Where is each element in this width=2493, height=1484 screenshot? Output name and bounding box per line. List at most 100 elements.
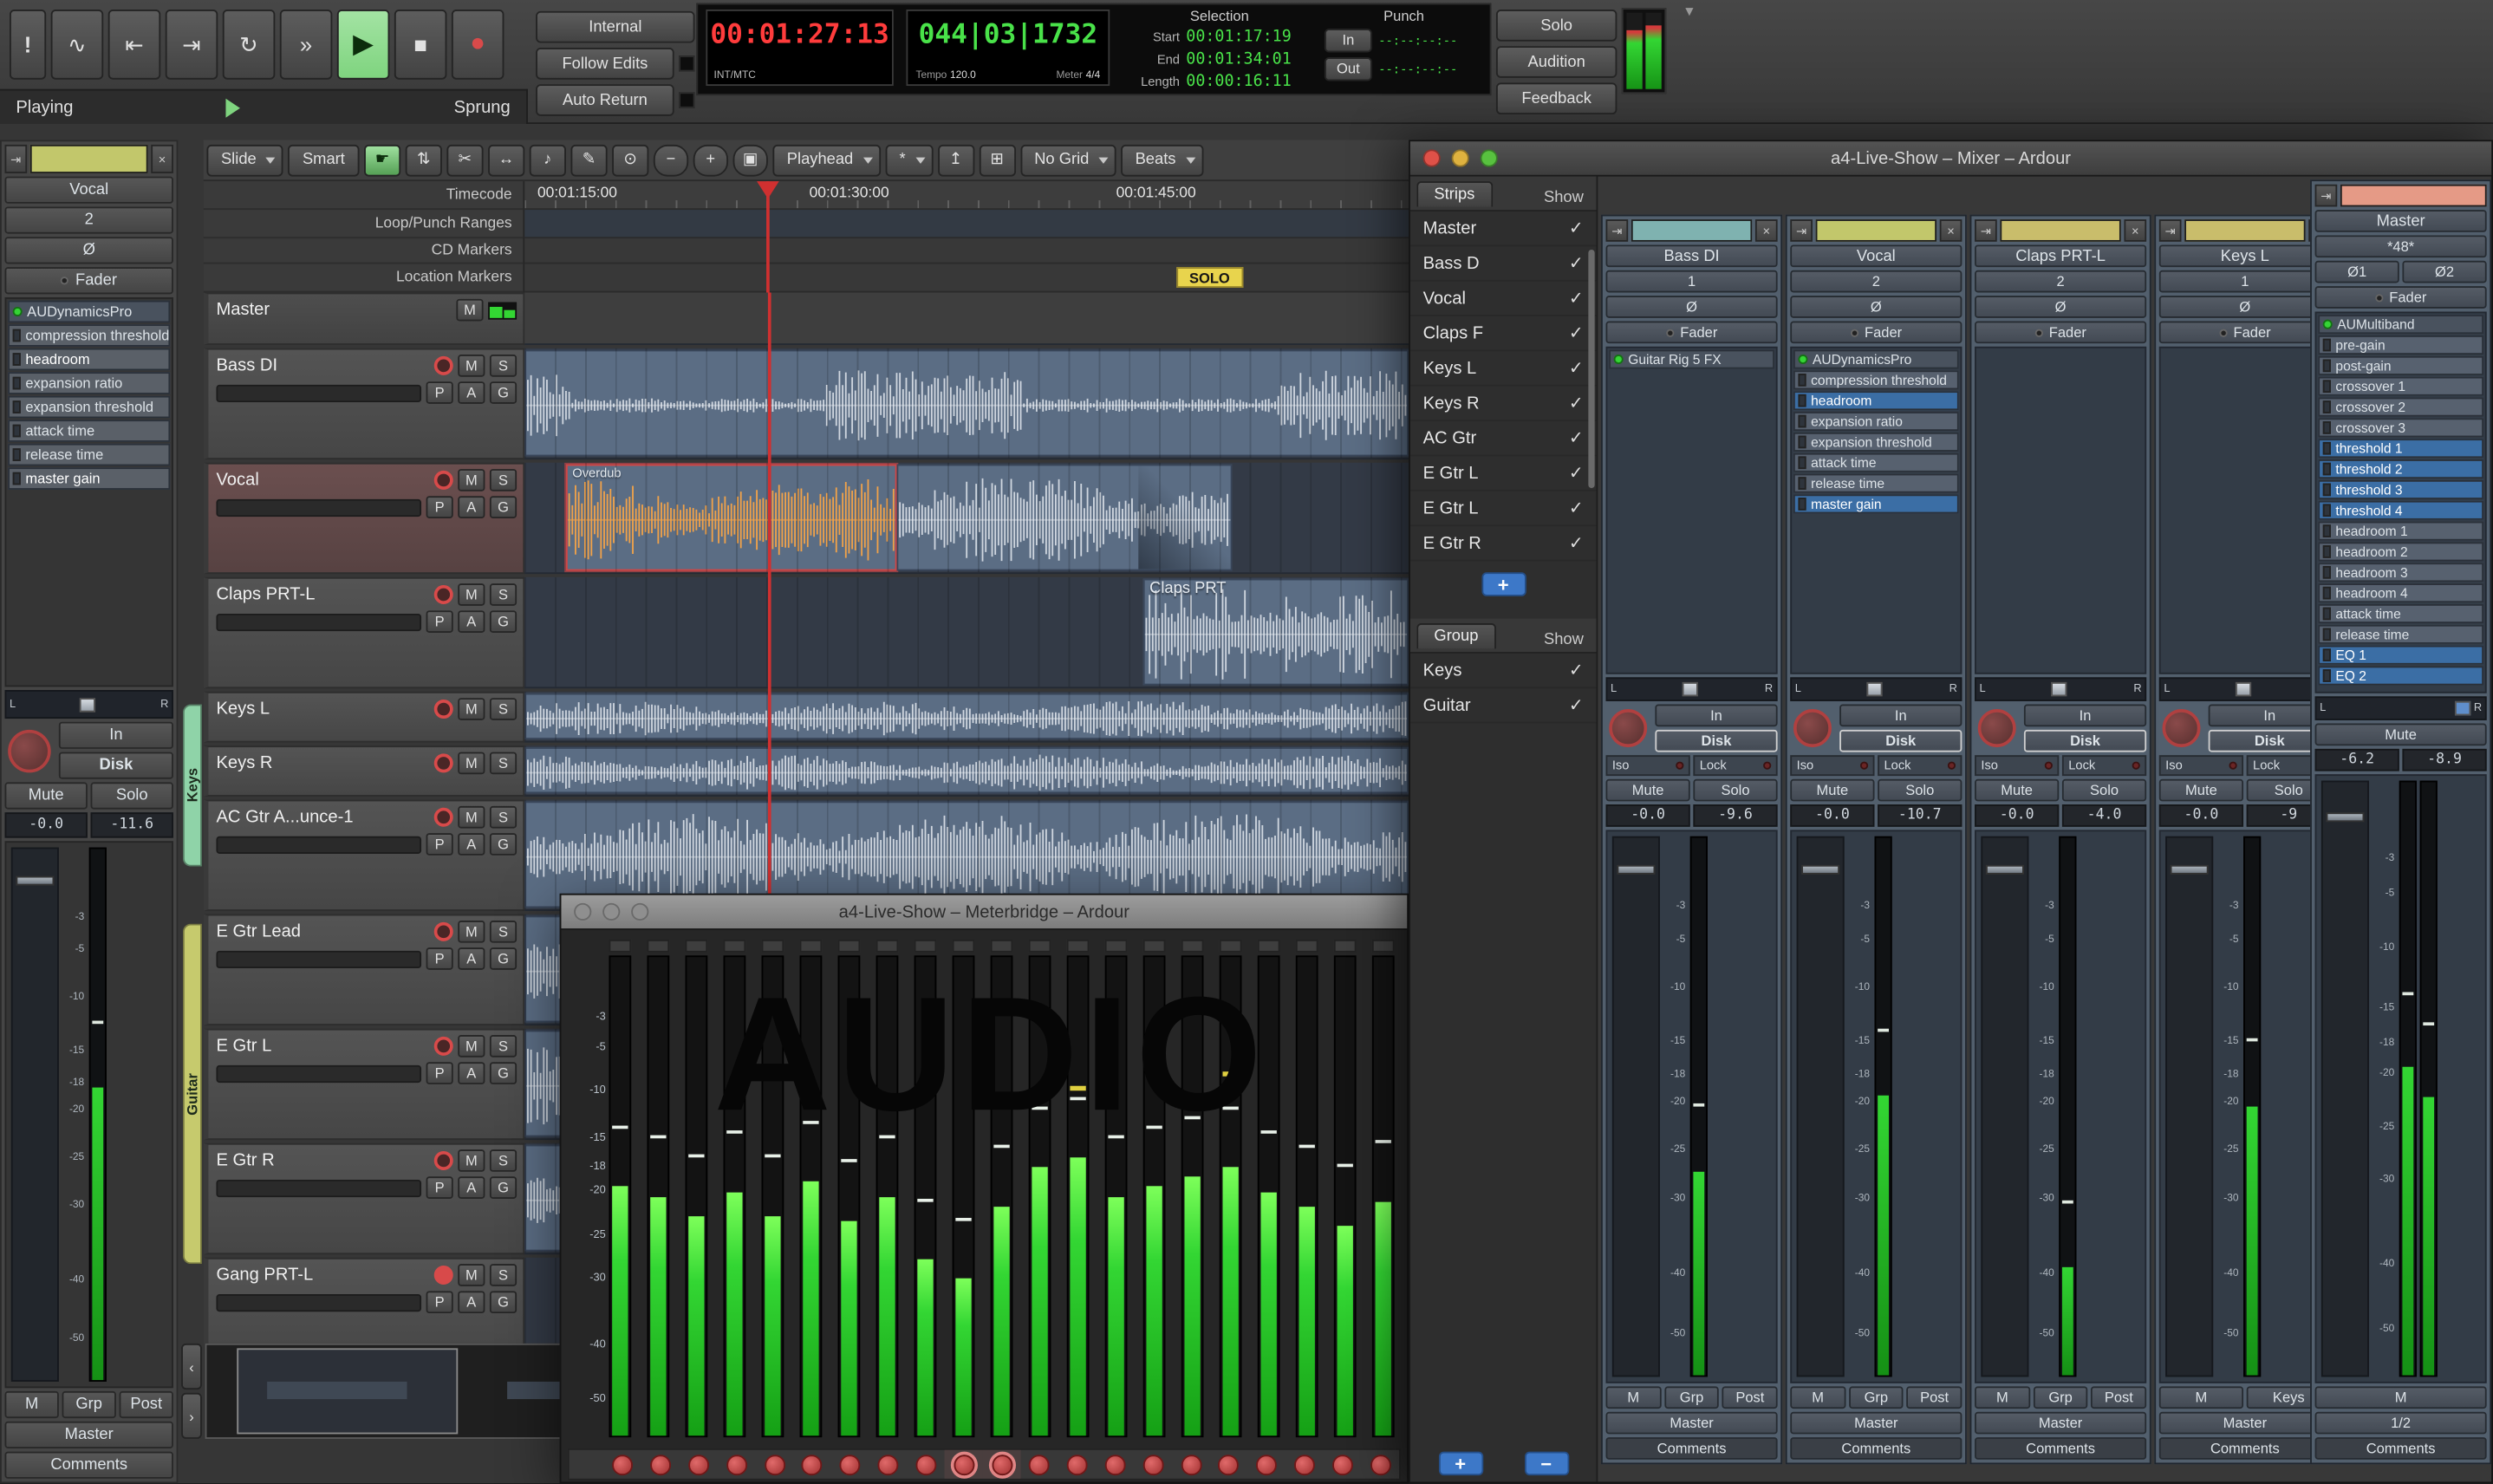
plugin-guitar-rig-5-fx[interactable]: Guitar Rig 5 FX (1609, 350, 1774, 369)
mouse-mode-button[interactable]: ⊞ (979, 144, 1015, 176)
visible-checkbox[interactable]: ✓ (1569, 463, 1584, 484)
strip-bottom-button-m[interactable]: M (5, 1391, 59, 1418)
visible-checkbox[interactable]: ✓ (1569, 218, 1584, 238)
meter-label[interactable]: Meter4/4 (1056, 70, 1100, 81)
gain-display[interactable]: -0.0 (1606, 804, 1690, 827)
track-gain-slider[interactable] (216, 1179, 421, 1196)
peak-display[interactable]: -11.6 (91, 812, 173, 837)
track-playlist-button[interactable]: P (426, 1176, 453, 1199)
narrow-strip-toggle-icon[interactable]: ⇥ (2159, 219, 2182, 242)
mute-button[interactable]: Mute (1790, 779, 1874, 802)
phase-left-button[interactable]: Ø1 (2315, 261, 2399, 283)
output-button[interactable]: Master (1606, 1412, 1778, 1435)
shuttle-mode-label[interactable]: Sprung (454, 98, 511, 117)
track-playlist-button[interactable]: P (426, 947, 453, 970)
bridge-record-button[interactable] (1362, 1450, 1400, 1479)
plugin-control-attack-time[interactable]: attack time (8, 420, 170, 442)
selection-start-value[interactable]: 00:01:17:19 (1186, 28, 1291, 45)
strip-bottom-button-post[interactable]: Post (1907, 1386, 1963, 1409)
input-button[interactable]: In (2024, 705, 2146, 727)
narrow-strip-toggle-icon[interactable]: ⇥ (5, 145, 28, 173)
track-header-bass-di[interactable]: Bass DIMSPAG (204, 348, 525, 459)
loop-button[interactable]: ↻ (223, 10, 276, 80)
plugin-active-led-icon[interactable] (1798, 355, 1807, 364)
visible-checkbox[interactable]: ✓ (1569, 427, 1584, 448)
bridge-record-button[interactable] (1172, 1450, 1210, 1479)
plugin-control-master-gain[interactable]: master gain (8, 467, 170, 490)
solo-button[interactable]: Solo (1693, 779, 1777, 802)
timecode-ruler[interactable]: 00:01:15:00 00:01:30:00 00:01:45:00 (524, 181, 1409, 210)
record-arm-button[interactable] (434, 356, 453, 375)
plugin-control-expansion-ratio[interactable]: expansion ratio (8, 372, 170, 394)
comments-button[interactable]: Comments (5, 1452, 173, 1479)
solo-button[interactable]: Solo (91, 782, 173, 809)
play-button[interactable]: ▶ (337, 10, 390, 80)
track-playlist-button[interactable]: P (426, 833, 453, 856)
plugin-control-compression-threshold[interactable]: compression threshold (8, 324, 170, 347)
track-solo-button[interactable]: S (490, 583, 517, 606)
strip-name-button[interactable]: Vocal (1790, 244, 1962, 267)
feedback-mode-button[interactable]: Feedback (1496, 82, 1617, 114)
strip-bottom-button-m[interactable]: M (1790, 1386, 1845, 1409)
fader-handle-icon[interactable] (1986, 865, 2024, 875)
cd-markers-ruler[interactable] (524, 238, 1409, 264)
processor-box[interactable]: AUDynamicsProcompression thresholdheadro… (5, 297, 173, 687)
pan-control[interactable]: LR (2159, 677, 2331, 701)
fader-handle-icon[interactable] (2171, 865, 2209, 875)
edit-tool-button[interactable]: ⊙ (612, 144, 648, 176)
sync-source-button[interactable]: Internal (536, 11, 694, 43)
track-mute-button[interactable]: M (456, 299, 483, 322)
strips-list-item-claps-f[interactable]: Claps F✓ (1410, 316, 1597, 351)
pan-control[interactable]: LR (1790, 677, 1962, 701)
processor-box[interactable] (2159, 347, 2331, 674)
track-mute-button[interactable]: M (458, 806, 485, 829)
strip-number-button[interactable]: 1 (1606, 270, 1778, 293)
plugin-active-led-icon[interactable] (1614, 355, 1624, 364)
solo-button[interactable]: Solo (1878, 779, 1962, 802)
record-arm-button[interactable] (434, 922, 453, 941)
selection-length-value[interactable]: 00:00:16:11 (1186, 72, 1291, 89)
strips-tab[interactable]: Strips (1416, 181, 1492, 206)
gain-display[interactable]: -0.0 (5, 812, 88, 837)
close-icon[interactable]: × (2124, 219, 2146, 242)
strips-list-item-keys-r[interactable]: Keys R✓ (1410, 387, 1597, 421)
play-range-button[interactable]: » (280, 10, 333, 80)
strip-bottom-button-m[interactable]: M (2315, 1386, 2487, 1409)
plugin-control-crossover-2[interactable]: crossover 2 (2318, 398, 2483, 417)
bridge-record-button[interactable] (1058, 1450, 1097, 1479)
solo-isolate-button[interactable]: Iso (2159, 755, 2243, 776)
strip-number-button[interactable]: 1 (2159, 270, 2331, 293)
strip-bottom-button-post[interactable]: Post (2092, 1386, 2147, 1409)
mute-button[interactable]: Mute (2159, 779, 2243, 802)
mute-button[interactable]: Mute (5, 782, 88, 809)
bridge-record-button[interactable] (1286, 1450, 1324, 1479)
plugin-control-headroom[interactable]: headroom (8, 348, 170, 371)
solo-location-marker[interactable]: SOLO (1176, 267, 1242, 288)
record-arm-button[interactable] (434, 1266, 453, 1285)
record-button[interactable]: ● (452, 10, 504, 80)
pan-control[interactable]: LR (2315, 696, 2487, 720)
group-tab[interactable]: Group (1416, 623, 1495, 648)
plugin-control-master-gain[interactable]: master gain (1793, 494, 1959, 513)
summary-scroll-right-button[interactable]: › (181, 1393, 202, 1439)
plugin-control-expansion-threshold[interactable]: expansion threshold (1793, 433, 1959, 452)
peak-display[interactable]: -8.9 (2402, 749, 2486, 771)
output-button[interactable]: Master (1790, 1412, 1962, 1435)
bridge-record-button[interactable] (945, 1450, 983, 1479)
pan-handle[interactable] (80, 697, 95, 712)
plugin-audynamicspro[interactable]: AUDynamicsPro (1793, 350, 1959, 369)
add-group-button[interactable]: + (1438, 1452, 1482, 1476)
minimize-window-icon[interactable] (1452, 149, 1469, 166)
visible-checkbox[interactable]: ✓ (1569, 695, 1584, 716)
track-group-tab-guitar[interactable]: Guitar (183, 924, 202, 1265)
strip-number-button[interactable]: 2 (1975, 270, 2146, 293)
comments-button[interactable]: Comments (1790, 1437, 1962, 1460)
strip-bottom-button-grp[interactable]: Grp (1849, 1386, 1904, 1409)
bridge-record-button[interactable] (718, 1450, 756, 1479)
grid-unit-dropdown[interactable]: Beats (1121, 144, 1203, 176)
strip-color-chip[interactable] (1631, 219, 1752, 242)
grab-tool-button[interactable]: ☛ (364, 144, 400, 176)
strip-name-button[interactable]: Bass DI (1606, 244, 1778, 267)
track-lane-keys-r[interactable] (524, 745, 1409, 797)
track-mute-button[interactable]: M (458, 1264, 485, 1286)
